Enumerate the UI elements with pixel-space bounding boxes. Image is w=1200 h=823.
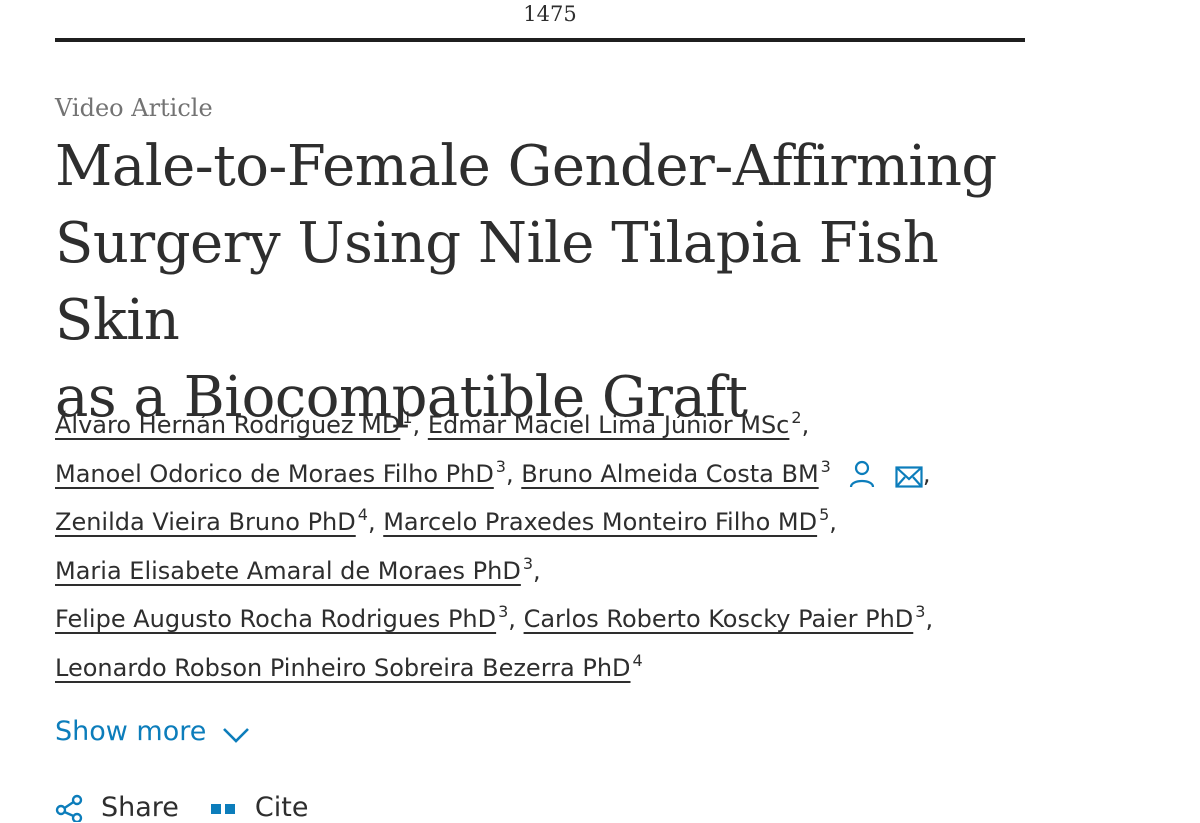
author-separator: , [922,459,931,488]
author-link[interactable]: Álvaro Hernán Rodríguez MD [55,411,400,439]
author-line: Álvaro Hernán Rodríguez MD 1, Edmar Macie… [55,394,1115,443]
author-link[interactable]: Bruno Almeida Costa BM [521,460,818,488]
author-link[interactable]: Manoel Odorico de Moraes Filho PhD [55,460,494,488]
title-line: Male-to-Female Gender-Affirming [55,134,997,199]
author-line: Maria Elisabete Amaral de Moraes PhD 3, [55,540,1115,589]
affiliation-marker[interactable]: 4 [633,651,643,670]
title-line: Surgery Using Nile Tilapia Fish Skin [55,211,939,353]
show-more-label: Show more [55,716,207,747]
affiliation-marker[interactable]: 3 [496,457,506,476]
author-link[interactable]: Felipe Augusto Rocha Rodrigues PhD [55,605,496,633]
author-list: Álvaro Hernán Rodríguez MD 1, Edmar Macie… [55,394,1115,686]
affiliation-marker[interactable]: 3 [498,602,508,621]
chevron-down-icon [223,727,250,743]
author-line: Zenilda Vieira Bruno PhD 4, Marcelo Praxe… [55,491,1115,540]
envelope-icon[interactable] [895,456,923,505]
affiliation-marker[interactable]: 3 [523,554,533,573]
cite-label: Cite [254,792,309,823]
author-link[interactable]: Marcelo Praxedes Monteiro Filho MD [383,508,817,536]
affiliation-marker[interactable]: 1 [402,408,412,427]
author-link[interactable]: Edmar Maciel Lima Júnior MSc [428,411,790,439]
author-link[interactable]: Carlos Roberto Koscky Paier PhD [524,605,914,633]
share-label: Share [101,792,179,823]
author-separator: , [925,605,934,634]
author-link[interactable]: Leonardo Robson Pinheiro Sobreira Bezerr… [55,654,631,682]
author-separator: , [412,411,421,439]
affiliation-marker[interactable]: 3 [915,602,925,621]
author-separator: , [829,508,837,537]
cite-button[interactable]: Cite [209,792,309,823]
show-more-button[interactable]: Show more [55,716,250,747]
share-button[interactable]: Share [55,792,179,823]
author-separator: , [533,556,541,585]
author-separator: , [505,459,514,488]
author-separator: , [508,605,516,634]
author-separator: , [367,508,376,537]
article-toolbar: Share Cite [55,792,338,823]
article-type-label: Video Article [55,94,213,122]
affiliation-marker[interactable]: 4 [358,505,368,524]
page-number: 1475 [523,2,577,26]
affiliation-marker[interactable]: 5 [819,505,829,524]
author-separator: , [801,411,810,439]
person-icon[interactable] [849,456,875,505]
cite-icon [210,803,235,814]
author-line: Manoel Odorico de Moraes Filho PhD 3, Bru… [55,443,1115,492]
affiliation-marker[interactable]: 2 [791,408,801,427]
header-rule [55,38,1025,42]
author-line: Leonardo Robson Pinheiro Sobreira Bezerr… [55,637,1115,686]
share-icon [55,794,83,822]
author-link[interactable]: Zenilda Vieira Bruno PhD [55,508,356,536]
affiliation-marker[interactable]: 3 [821,457,831,476]
article-title: Male-to-Female Gender-Affirming Surgery … [55,128,1055,436]
author-link[interactable]: Maria Elisabete Amaral de Moraes PhD [55,557,521,585]
author-line: Felipe Augusto Rocha Rodrigues PhD 3, Car… [55,588,1115,637]
